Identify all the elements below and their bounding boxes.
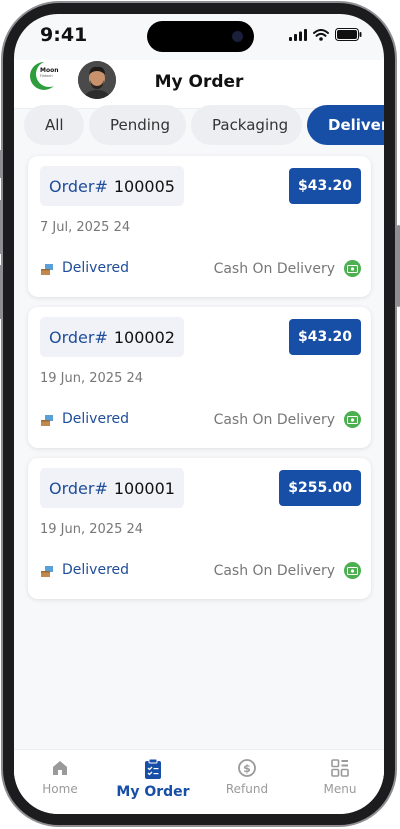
order-prefix: Order# <box>49 478 108 498</box>
payment-method: Cash On Delivery <box>214 260 361 277</box>
payment-method: Cash On Delivery <box>214 562 361 579</box>
order-status-label: Delivered <box>62 411 130 427</box>
order-date: 19 Jun, 2025 24 <box>40 371 144 386</box>
order-number: 100002 <box>113 327 175 347</box>
order-filter-tabs: All Pending Packaging Delivered <box>24 105 384 145</box>
order-status-label: Delivered <box>62 562 130 578</box>
nav-home[interactable]: Home <box>20 758 100 796</box>
payment-method-label: Cash On Delivery <box>213 562 335 579</box>
svg-text:$: $ <box>243 762 251 775</box>
order-number-box: Order# 100005 <box>40 166 184 206</box>
order-price-badge: $43.20 <box>288 168 361 204</box>
nav-refund-label: Refund <box>225 782 269 796</box>
order-price-badge: $255.00 <box>279 470 361 506</box>
order-status: Delivered <box>40 411 129 427</box>
dynamic-island <box>147 21 254 52</box>
tab-pending[interactable]: Pending <box>89 105 186 145</box>
wifi-icon <box>313 28 329 41</box>
tab-all[interactable]: All <box>24 105 84 145</box>
order-number-box: Order# 100002 <box>40 317 184 357</box>
tab-packaging[interactable]: Packaging <box>191 105 302 145</box>
order-card[interactable]: Order# 100002 $43.20 19 Jun, 2025 24 Del… <box>28 307 371 448</box>
battery-icon <box>335 28 362 41</box>
page-title: My Order <box>154 72 244 92</box>
order-number-box: Order# 100001 <box>40 468 184 508</box>
menu-grid-icon <box>331 759 349 777</box>
nav-menu[interactable]: Menu <box>300 758 380 796</box>
status-icons <box>289 28 362 41</box>
signal-icon <box>289 28 307 41</box>
order-card[interactable]: Order# 100005 $43.20 7 Jul, 2025 24 Deli… <box>28 156 371 297</box>
status-bar: 9:41 <box>14 14 384 60</box>
delivery-box-icon <box>41 565 53 577</box>
cash-icon <box>344 260 361 277</box>
app-header: Moon Fintech My Order <box>14 59 384 108</box>
phone-device: 9:41 Moon Fintech My Order All Pending P… <box>0 0 400 829</box>
order-date: 7 Jul, 2025 24 <box>40 220 131 235</box>
nav-refund[interactable]: $ Refund <box>207 758 287 796</box>
order-prefix: Order# <box>49 327 108 347</box>
nav-menu-label: Menu <box>323 782 357 796</box>
nav-home-label: Home <box>42 782 78 796</box>
order-status: Delivered <box>40 260 129 276</box>
order-prefix: Order# <box>49 176 108 196</box>
order-number: 100005 <box>113 176 175 196</box>
payment-method-label: Cash On Delivery <box>213 260 335 277</box>
tab-delivered[interactable]: Delivered <box>307 105 384 145</box>
home-icon <box>53 761 67 775</box>
order-status-label: Delivered <box>62 260 130 276</box>
cash-icon <box>344 411 361 428</box>
nav-my-order[interactable]: My Order <box>113 758 193 800</box>
status-time: 9:41 <box>40 24 88 46</box>
app-screen: 9:41 Moon Fintech My Order All Pending P… <box>14 14 384 814</box>
nav-my-order-label: My Order <box>116 784 190 800</box>
camera-icon <box>232 31 243 42</box>
clipboard-icon <box>145 758 161 779</box>
payment-method: Cash On Delivery <box>214 411 361 428</box>
order-card[interactable]: Order# 100001 $255.00 19 Jun, 2025 24 De… <box>28 458 371 599</box>
cash-icon <box>344 562 361 579</box>
order-number: 100001 <box>113 478 175 498</box>
delivery-box-icon <box>41 414 53 426</box>
payment-method-label: Cash On Delivery <box>213 411 335 428</box>
bottom-navigation: Home My Order $ Refund Menu <box>14 750 384 814</box>
order-date: 19 Jun, 2025 24 <box>40 522 144 537</box>
delivery-box-icon <box>41 263 53 275</box>
order-price-badge: $43.20 <box>288 319 361 355</box>
order-status: Delivered <box>40 562 129 578</box>
refund-icon: $ <box>238 759 256 777</box>
